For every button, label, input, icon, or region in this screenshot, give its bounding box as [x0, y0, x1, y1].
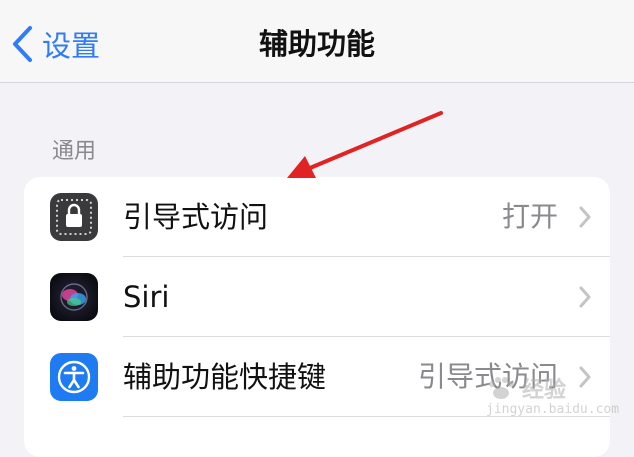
watermark: 经验 jingyan.baidu.com — [482, 372, 619, 422]
row-label: 辅助功能快捷键 — [123, 360, 327, 394]
siri-icon — [50, 273, 98, 321]
watermark-text: 经验 — [522, 378, 567, 403]
row-label: 引导式访问 — [123, 200, 269, 234]
paw-icon — [489, 377, 514, 399]
section-header: 通用 — [52, 139, 97, 164]
accessibility-icon — [50, 353, 98, 401]
row-guided-access[interactable]: 引导式访问 打开 — [24, 177, 610, 257]
lock-icon — [50, 193, 98, 241]
chevron-right-icon — [579, 286, 591, 308]
row-label: Siri — [123, 280, 170, 314]
row-siri[interactable]: Siri — [24, 257, 610, 337]
watermark-url: jingyan.baidu.com — [486, 402, 620, 417]
navigation-bar: 设置 辅助功能 — [0, 0, 634, 83]
page-title: 辅助功能 — [258, 27, 375, 61]
chevron-right-icon — [579, 206, 591, 228]
row-value: 打开 — [501, 200, 558, 233]
